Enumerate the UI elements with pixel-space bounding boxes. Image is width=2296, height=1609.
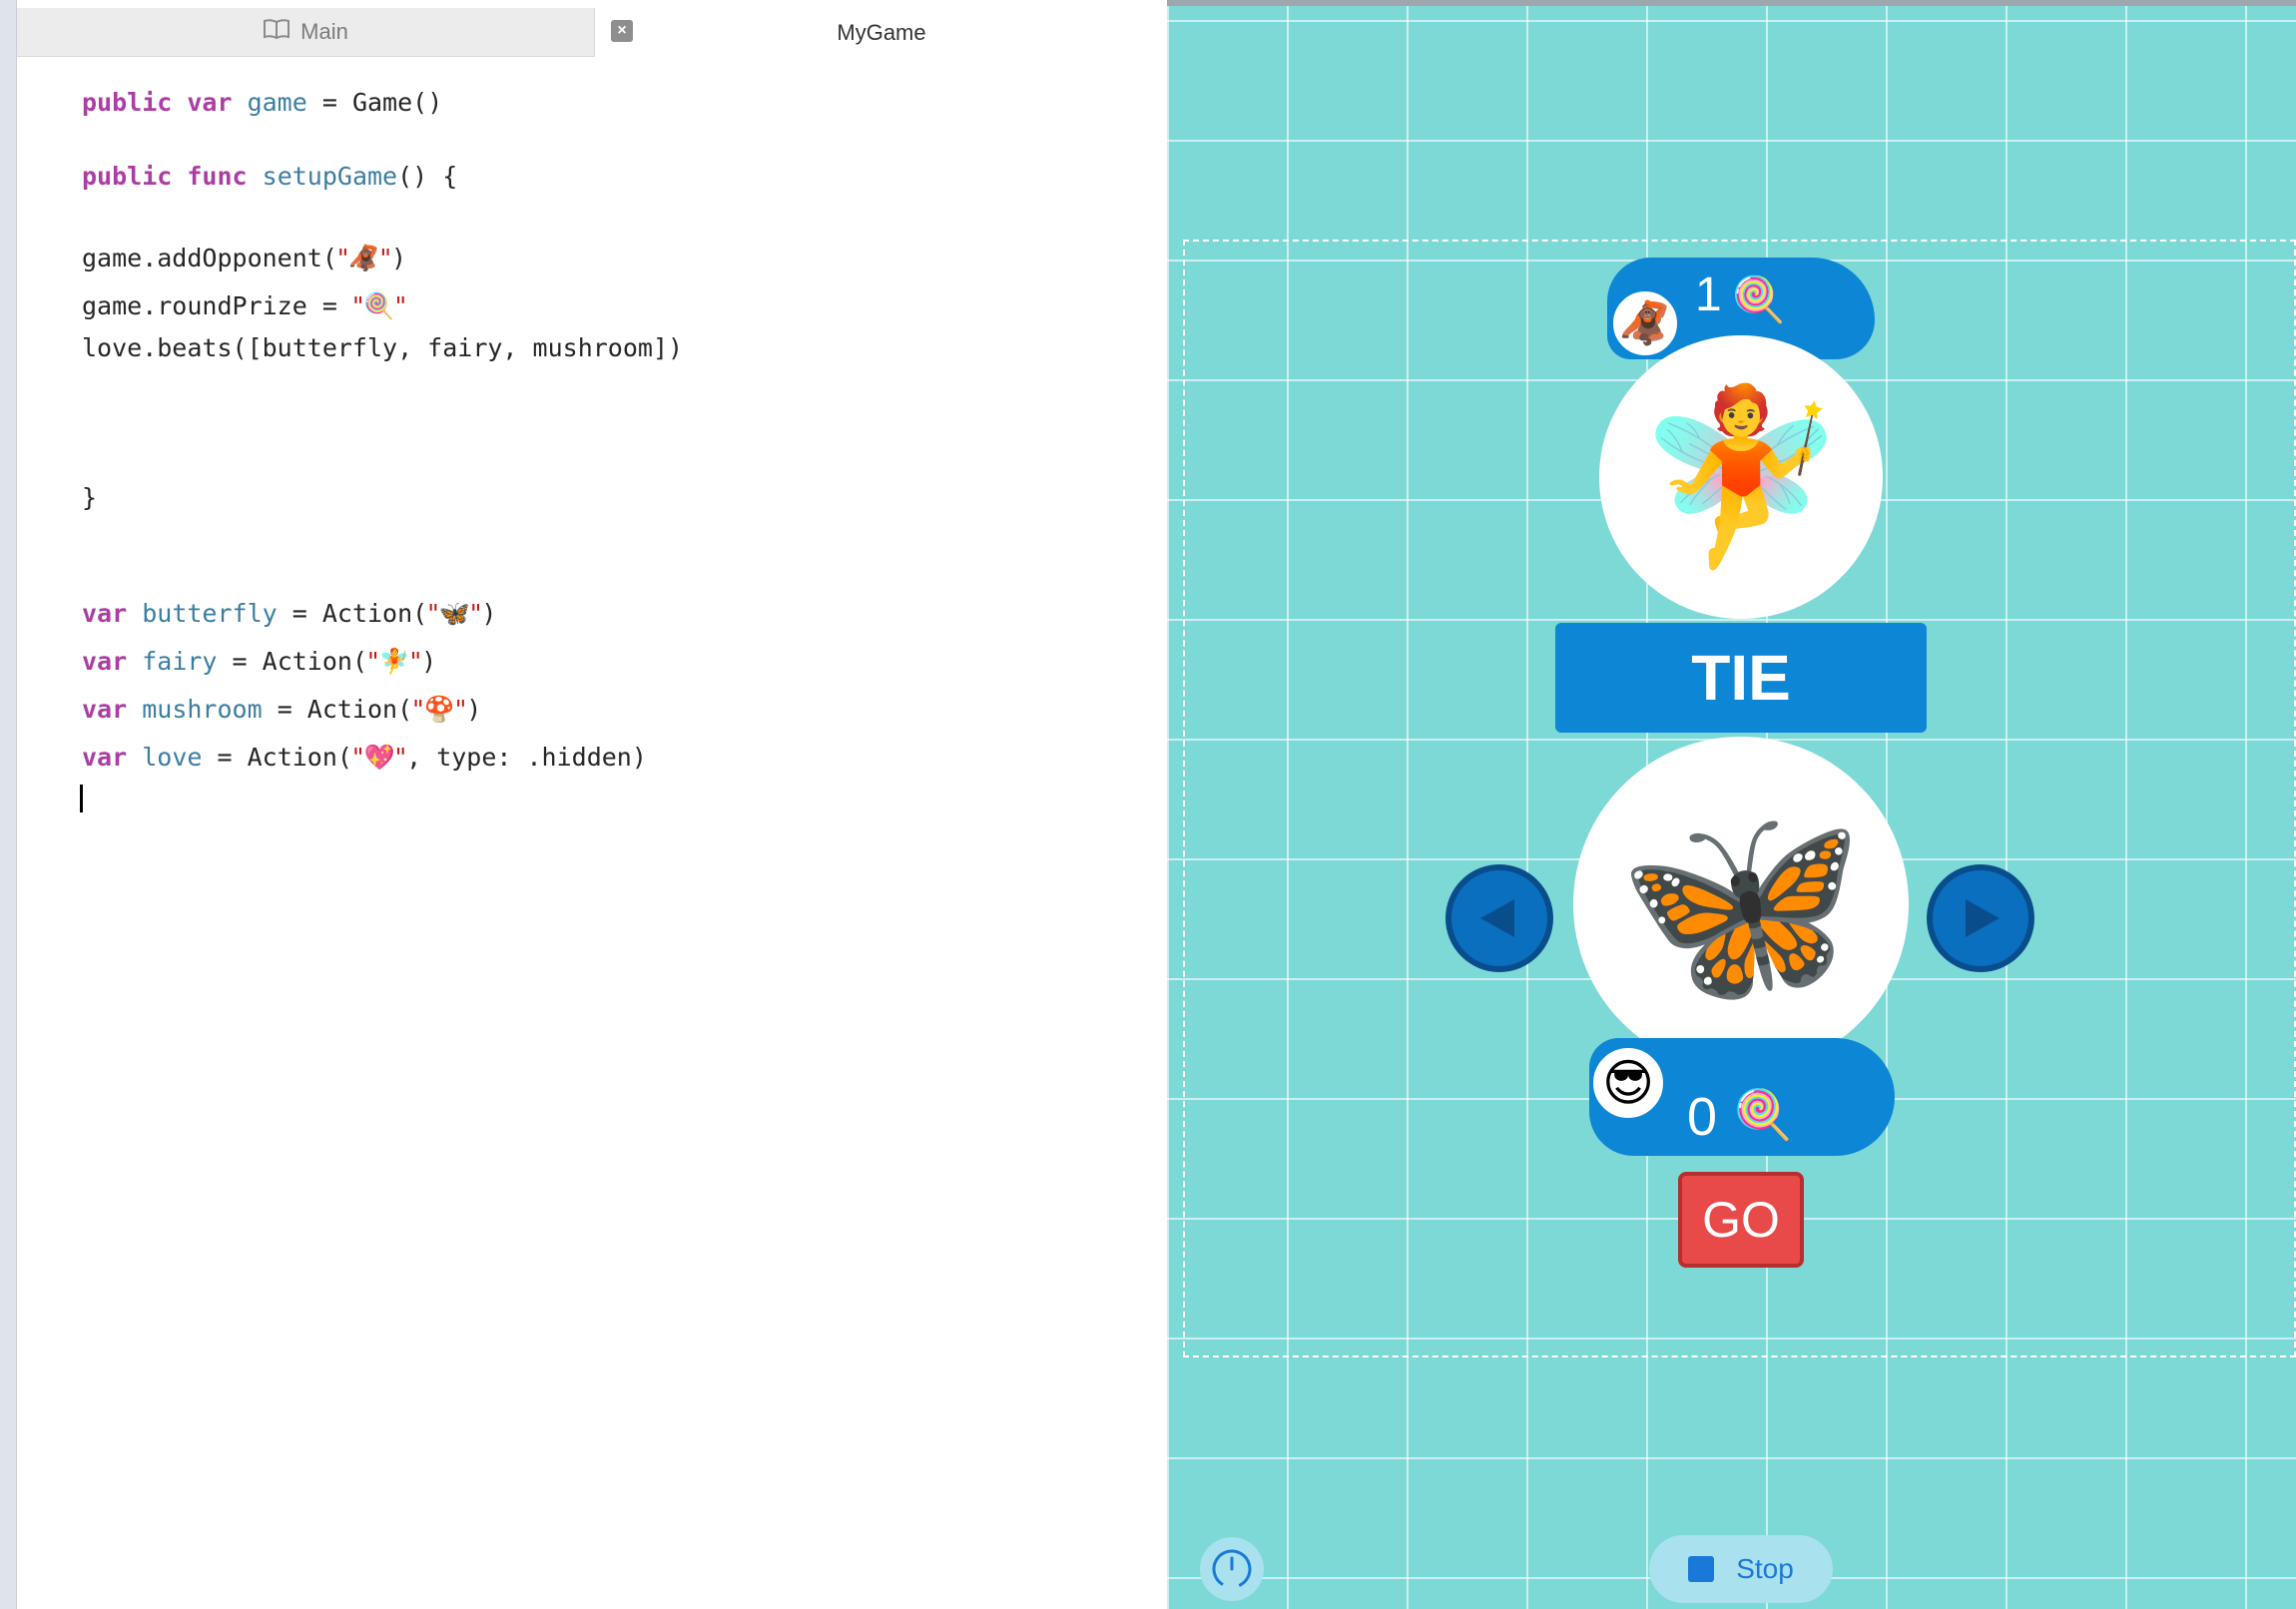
player-choice[interactable]: 🦋 [1573,737,1909,1072]
code-line[interactable]: var love = Action("💖", type: .hidden) [82,743,647,773]
code-identifier: mushroom [142,695,263,724]
speed-meter-icon [1212,1549,1252,1589]
player-avatar-emoji: 😎 [1601,1054,1655,1112]
code-keyword: var [82,647,128,676]
code-text: , type: .hidden) [406,743,647,772]
code-editor[interactable] [17,0,1167,1609]
tab-main-label: Main [300,19,348,44]
stop-button[interactable]: Stop [1649,1535,1833,1603]
result-banner: TIE [1555,623,1927,733]
code-identifier: game [247,88,307,117]
code-text: ) [481,599,497,628]
code-text: = Action( [277,599,428,628]
code-line[interactable]: game.roundPrize = "🍭" [82,291,406,321]
player-avatar: 😎 [1589,1044,1667,1122]
code-identifier: setupGame [262,162,398,191]
speed-meter-button[interactable] [1200,1537,1264,1601]
code-identifier: butterfly [142,599,278,628]
previous-button[interactable] [1445,864,1553,972]
code-identifier: love [142,743,203,772]
code-identifier: fairy [142,647,218,676]
code-line[interactable]: game.addOpponent("🦧") [82,244,406,273]
code-line[interactable]: var fairy = Action("🧚") [82,647,436,677]
code-string: "🧚" [367,647,422,676]
tab-main[interactable]: Main [17,8,594,56]
player-choice-emoji: 🦋 [1616,788,1866,1021]
player-score: 0 [1687,1087,1718,1147]
code-text: = Action( [217,647,367,676]
sidebar-edge [0,0,17,1609]
code-line[interactable]: var mushroom = Action("🍄") [82,695,481,725]
code-string: "🦋" [427,599,482,628]
stop-icon [1688,1556,1715,1582]
close-icon[interactable]: × [611,20,633,42]
stop-label: Stop [1736,1553,1794,1584]
code-text: ) [421,647,437,676]
text-caret [80,785,83,812]
tab-mygame-label: MyGame [837,19,926,45]
code-text: = Game() [306,88,443,117]
code-string: "🦧" [336,244,392,272]
player-prize-icon: 🍭 [1733,1087,1793,1143]
go-button[interactable]: GO [1678,1172,1804,1268]
code-text: = Action( [202,743,352,772]
next-button[interactable] [1927,864,2034,972]
code-line[interactable]: public func setupGame() { [82,162,457,191]
code-keyword: var [82,599,128,628]
opponent-choice-emoji: 🧚 [1635,378,1847,576]
code-line[interactable]: love.beats([butterfly, fairy, mushroom]) [82,333,683,362]
code-string: "🍄" [412,695,467,724]
live-view-top-border [1167,0,2296,6]
code-line[interactable]: } [82,483,97,512]
code-text: game.roundPrize = [82,291,352,320]
opponent-score: 1 [1695,268,1722,321]
code-line[interactable]: public var game = Game() [82,88,442,117]
tab-bar: Main × MyGame [17,8,1168,57]
code-keyword: var [82,743,128,772]
opponent-avatar: 🦧 [1609,287,1681,359]
code-keyword: var [82,695,128,724]
code-text: game.addOpponent( [82,244,337,272]
code-text: ) [466,695,482,724]
opponent-choice: 🧚 [1599,335,1883,619]
code-line[interactable]: var butterfly = Action("🦋") [82,599,496,629]
code-text: love.beats([butterfly, fairy, mushroom]) [82,333,684,362]
code-text: = Action( [262,695,413,724]
code-text: } [82,483,98,512]
code-string: "💖" [351,743,407,772]
code-keyword: public var [82,88,233,117]
code-keyword: public func [82,162,248,191]
book-icon [263,18,290,46]
opponent-prize-icon: 🍭 [1731,274,1786,325]
tab-mygame[interactable]: × MyGame [594,8,1168,57]
left-arrow-icon [1480,899,1514,937]
opponent-avatar-emoji: 🦧 [1618,298,1672,347]
right-arrow-icon [1966,899,2000,937]
code-text: ) [391,244,407,272]
code-string: "🍭" [351,291,407,320]
code-text: () { [397,162,458,191]
